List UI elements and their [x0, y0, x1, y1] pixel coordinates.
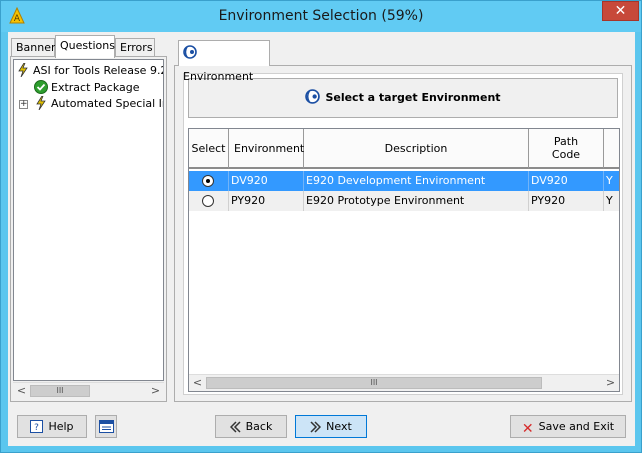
row-radio-unselected[interactable] — [202, 195, 214, 207]
tree-item-extract-package[interactable]: Extract Package — [34, 80, 140, 96]
next-arrow-icon — [310, 421, 322, 433]
tree-item-label: ASI for Tools Release 9.2.x — [33, 64, 164, 77]
help-button[interactable]: ? Help — [17, 415, 87, 438]
svg-text:?: ? — [35, 423, 40, 433]
extra-cell: Y — [606, 174, 613, 187]
client-area: Banner Questions Errors ASI for Tools Re… — [8, 32, 635, 446]
save-and-exit-button[interactable]: ✕ Save and Exit — [510, 415, 626, 438]
installer-window: A Environment Selection (59%) ✕ Banner Q… — [0, 0, 642, 453]
next-button-label: Next — [326, 420, 352, 433]
environment-cell: DV920 — [229, 171, 304, 191]
scroll-right-icon[interactable]: > — [602, 375, 619, 391]
row-radio-selected[interactable] — [202, 175, 214, 187]
window-title: Environment Selection (59%) — [218, 8, 424, 24]
close-x-icon: ✕ — [521, 421, 534, 437]
extra-cell: Y — [606, 194, 613, 207]
back-button-label: Back — [245, 420, 273, 433]
environment-grid: Select Environment Description Path Code… — [188, 128, 620, 392]
tree-item-automated-special-instr[interactable]: Automated Special Instr — [34, 96, 163, 112]
select-cell[interactable] — [189, 171, 229, 191]
path-code-cell: PY920 — [529, 191, 604, 211]
tab-environment-label: Environment — [183, 70, 254, 83]
back-button[interactable]: Back — [215, 415, 287, 438]
environment-globe-icon — [305, 89, 321, 104]
column-header-description[interactable]: Description — [304, 129, 529, 169]
scroll-thumb[interactable]: III — [30, 385, 90, 397]
help-button-label: Help — [48, 420, 74, 433]
column-header-select[interactable]: Select — [189, 129, 229, 169]
environment-content: Select a target Environment Select Envir… — [183, 73, 623, 395]
column-header-extra[interactable] — [604, 129, 619, 169]
tab-questions[interactable]: Questions — [55, 35, 115, 58]
scroll-right-icon[interactable]: > — [147, 383, 164, 399]
task-tree: ASI for Tools Release 9.2.x Extract Pack… — [13, 59, 164, 381]
tab-banner[interactable]: Banner — [11, 38, 56, 57]
close-button[interactable]: ✕ — [602, 1, 639, 21]
tree-item-label: Automated Special Instr — [51, 97, 163, 110]
tree-item-label: Extract Package — [51, 81, 140, 94]
check-circle-icon — [34, 80, 48, 94]
scroll-left-icon[interactable]: < — [13, 383, 30, 399]
scroll-thumb[interactable]: III — [206, 377, 542, 389]
next-button[interactable]: Next — [295, 415, 367, 438]
tab-environment[interactable]: Environment — [178, 40, 270, 83]
calculator-button[interactable] — [95, 415, 117, 438]
help-icon: ? — [30, 420, 44, 433]
title-bar: A Environment Selection (59%) ✕ — [1, 1, 641, 32]
save-and-exit-label: Save and Exit — [538, 420, 615, 433]
lightning-icon — [18, 63, 28, 77]
description-cell: E920 Development Environment — [304, 171, 529, 191]
tree-item-asi-tools[interactable]: ASI for Tools Release 9.2.x — [16, 63, 164, 79]
environment-globe-icon — [183, 45, 197, 59]
selection-header-label: Select a target Environment — [325, 91, 501, 104]
scroll-left-icon[interactable]: < — [189, 375, 206, 391]
tab-errors[interactable]: Errors — [115, 38, 155, 57]
tree-expander[interactable]: + — [19, 100, 28, 109]
table-row[interactable]: PY920 E920 Prototype Environment PY920 Y — [189, 191, 619, 211]
column-header-path-code[interactable]: Path Code — [529, 129, 604, 169]
environment-cell: PY920 — [229, 191, 304, 211]
lightning-icon — [36, 96, 46, 110]
back-arrow-icon — [229, 421, 241, 433]
environment-panel: Select a target Environment Select Envir… — [174, 65, 632, 402]
questions-panel: ASI for Tools Release 9.2.x Extract Pack… — [10, 56, 167, 402]
select-cell[interactable] — [189, 191, 229, 211]
path-code-cell: DV920 — [529, 171, 604, 191]
tree-horizontal-scrollbar[interactable]: < III > — [13, 382, 164, 399]
grid-horizontal-scrollbar[interactable]: < III > — [189, 374, 619, 391]
column-header-environment[interactable]: Environment — [229, 129, 304, 169]
description-cell: E920 Prototype Environment — [304, 191, 529, 211]
window-icon — [98, 420, 114, 433]
table-row[interactable]: DV920 E920 Development Environment DV920… — [189, 171, 619, 191]
